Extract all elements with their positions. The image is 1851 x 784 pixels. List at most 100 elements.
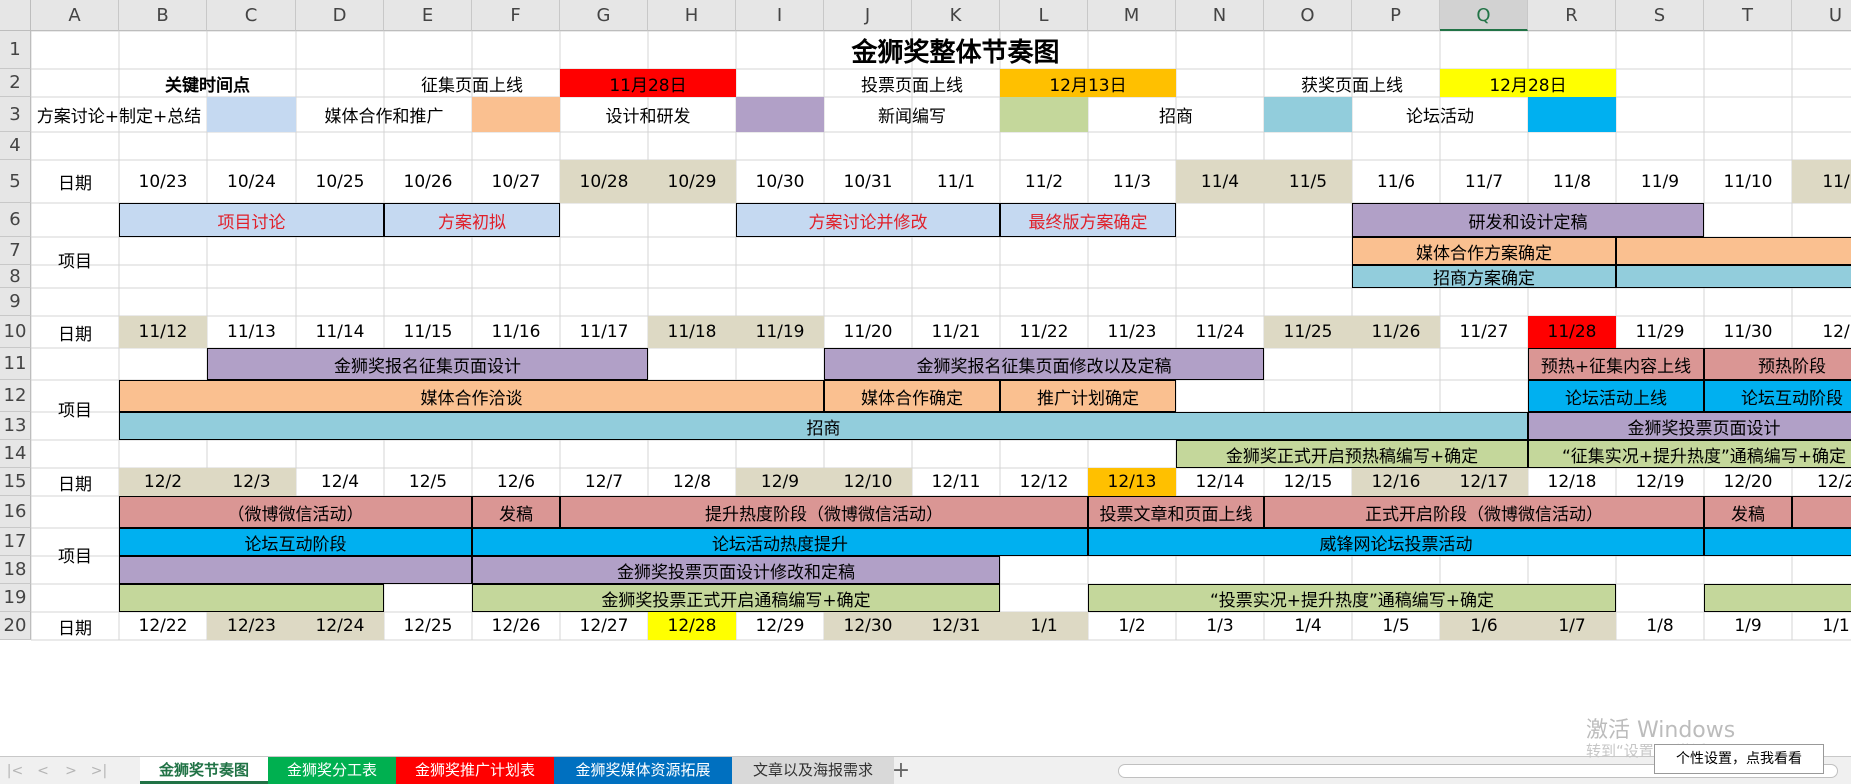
date-cell[interactable]: 11/1 [912, 160, 1000, 203]
next-sheet-icon[interactable]: > [60, 761, 82, 781]
row-header[interactable]: 2 [0, 69, 31, 97]
date-cell[interactable]: 11/27 [1440, 316, 1528, 348]
row-header[interactable]: 17 [0, 528, 31, 556]
date-cell[interactable]: 12/23 [207, 612, 296, 640]
legend-label[interactable]: 设计和研发 [560, 97, 736, 132]
legend-label[interactable]: 新闻编写 [824, 97, 1000, 132]
row-header[interactable]: 5 [0, 160, 31, 203]
task-bar[interactable]: 发稿 [1704, 496, 1792, 528]
date-cell[interactable]: 11/22 [1000, 316, 1088, 348]
column-header[interactable]: M [1088, 0, 1176, 31]
date-cell[interactable]: 11/16 [472, 316, 560, 348]
date-cell[interactable]: 11/10 [1704, 160, 1792, 203]
date-row-label[interactable]: 日期 [31, 612, 119, 640]
date-cell[interactable]: 12/10 [824, 468, 912, 496]
column-header[interactable]: P [1352, 0, 1440, 31]
row-header[interactable]: 7 [0, 237, 31, 265]
date-cell[interactable]: 12/20 [1704, 468, 1792, 496]
column-header[interactable]: D [296, 0, 384, 31]
date-cell[interactable]: 11/30 [1704, 316, 1792, 348]
date-cell[interactable]: 1/5 [1352, 612, 1440, 640]
column-header[interactable]: T [1704, 0, 1792, 31]
chart-title[interactable]: 金狮奖整体节奏图 [31, 31, 1851, 69]
task-bar[interactable]: 论坛互动阶段 [1704, 380, 1851, 412]
date-cell[interactable]: 11/14 [296, 316, 384, 348]
task-bar[interactable]: 论坛互动阶段 [119, 528, 472, 556]
date-cell[interactable]: 12/5 [384, 468, 472, 496]
task-bar[interactable] [1616, 265, 1851, 288]
key-times-label[interactable]: 关键时间点 [31, 69, 384, 97]
column-header[interactable]: U [1792, 0, 1851, 31]
task-bar[interactable] [1792, 496, 1851, 528]
task-bar[interactable]: 金狮奖投票正式开启通稿编写+确定 [472, 584, 1000, 612]
date-cell[interactable]: 12/8 [648, 468, 736, 496]
task-bar[interactable]: “投票实况+提升热度”通稿编写+确定 [1088, 584, 1616, 612]
date-cell[interactable]: 11/13 [207, 316, 296, 348]
key-time-date[interactable]: 11月28日 [560, 69, 736, 97]
date-cell[interactable]: 11/24 [1176, 316, 1264, 348]
task-bar[interactable]: 招商 [119, 412, 1528, 440]
date-cell[interactable]: 10/31 [824, 160, 912, 203]
first-sheet-icon[interactable]: |< [4, 761, 26, 781]
date-cell[interactable]: 11/2 [1000, 160, 1088, 203]
task-bar[interactable]: 金狮奖报名征集页面设计 [207, 348, 648, 380]
legend-swatch[interactable] [1528, 97, 1616, 132]
date-cell[interactable]: 11/3 [1088, 160, 1176, 203]
sheet-tab-articles[interactable]: 文章以及海报需求 [732, 757, 894, 784]
row-header[interactable]: 12 [0, 380, 31, 412]
date-cell[interactable]: 12/30 [824, 612, 912, 640]
task-bar[interactable] [1704, 528, 1851, 556]
column-header[interactable]: N [1176, 0, 1264, 31]
date-cell[interactable]: 12/29 [736, 612, 824, 640]
key-time-label[interactable]: 获奖页面上线 [1264, 69, 1440, 97]
key-time-date[interactable]: 12月28日 [1440, 69, 1616, 97]
sheet-tab-division[interactable]: 金狮奖分工表 [268, 757, 396, 784]
task-bar[interactable]: 媒体合作洽谈 [119, 380, 824, 412]
date-cell[interactable]: 10/24 [207, 160, 296, 203]
date-cell[interactable]: 11/23 [1088, 316, 1176, 348]
task-bar[interactable]: 媒体合作方案确定 [1352, 237, 1616, 265]
date-row-label[interactable]: 日期 [31, 316, 119, 348]
date-cell[interactable]: 12/24 [296, 612, 384, 640]
task-bar[interactable]: 推广计划确定 [1000, 380, 1176, 412]
column-header[interactable]: J [824, 0, 912, 31]
task-bar[interactable]: 研发和设计定稿 [1352, 203, 1704, 237]
legend-swatch[interactable] [472, 97, 560, 132]
date-cell[interactable]: 10/30 [736, 160, 824, 203]
task-bar[interactable]: 金狮奖投票页面设计修改和定稿 [472, 556, 1000, 584]
date-cell[interactable]: 11/17 [560, 316, 648, 348]
date-cell[interactable]: 10/25 [296, 160, 384, 203]
personalize-tooltip[interactable]: 个性设置，点我看看 [1654, 744, 1824, 774]
date-cell[interactable]: 11/4 [1176, 160, 1264, 203]
row-header[interactable]: 9 [0, 288, 31, 316]
task-bar[interactable]: 金狮奖投票页面设计 [1528, 412, 1851, 440]
date-cell[interactable]: 11/8 [1528, 160, 1616, 203]
date-cell[interactable]: 1/4 [1264, 612, 1352, 640]
sheet-tab-rhythm[interactable]: 金狮奖节奏图 [140, 757, 268, 784]
date-cell[interactable]: 1/1 [1792, 612, 1851, 640]
date-cell[interactable]: 12/14 [1176, 468, 1264, 496]
date-cell[interactable]: 11/19 [736, 316, 824, 348]
task-bar[interactable] [1704, 584, 1851, 612]
task-bar[interactable] [119, 584, 384, 612]
column-header[interactable]: R [1528, 0, 1616, 31]
date-cell[interactable]: 11/6 [1352, 160, 1440, 203]
date-cell[interactable]: 1/8 [1616, 612, 1704, 640]
column-header[interactable]: A [31, 0, 119, 31]
date-cell[interactable]: 12/7 [560, 468, 648, 496]
date-cell[interactable]: 12/11 [912, 468, 1000, 496]
column-header[interactable]: C [207, 0, 296, 31]
date-cell[interactable]: 10/28 [560, 160, 648, 203]
column-header[interactable]: B [119, 0, 207, 31]
date-cell[interactable]: 12/2 [119, 468, 207, 496]
legend-swatch[interactable] [1264, 97, 1352, 132]
task-bar[interactable]: （微博微信活动） [119, 496, 472, 528]
legend-label[interactable]: 招商 [1088, 97, 1264, 132]
task-bar[interactable]: 威锋网论坛投票活动 [1088, 528, 1704, 556]
project-row-label[interactable]: 项目 [31, 203, 119, 316]
date-cell[interactable]: 1/9 [1704, 612, 1792, 640]
date-row-label[interactable]: 日期 [31, 468, 119, 496]
date-cell[interactable]: 11/26 [1352, 316, 1440, 348]
date-cell[interactable]: 12/2 [1792, 468, 1851, 496]
date-cell[interactable]: 11/20 [824, 316, 912, 348]
